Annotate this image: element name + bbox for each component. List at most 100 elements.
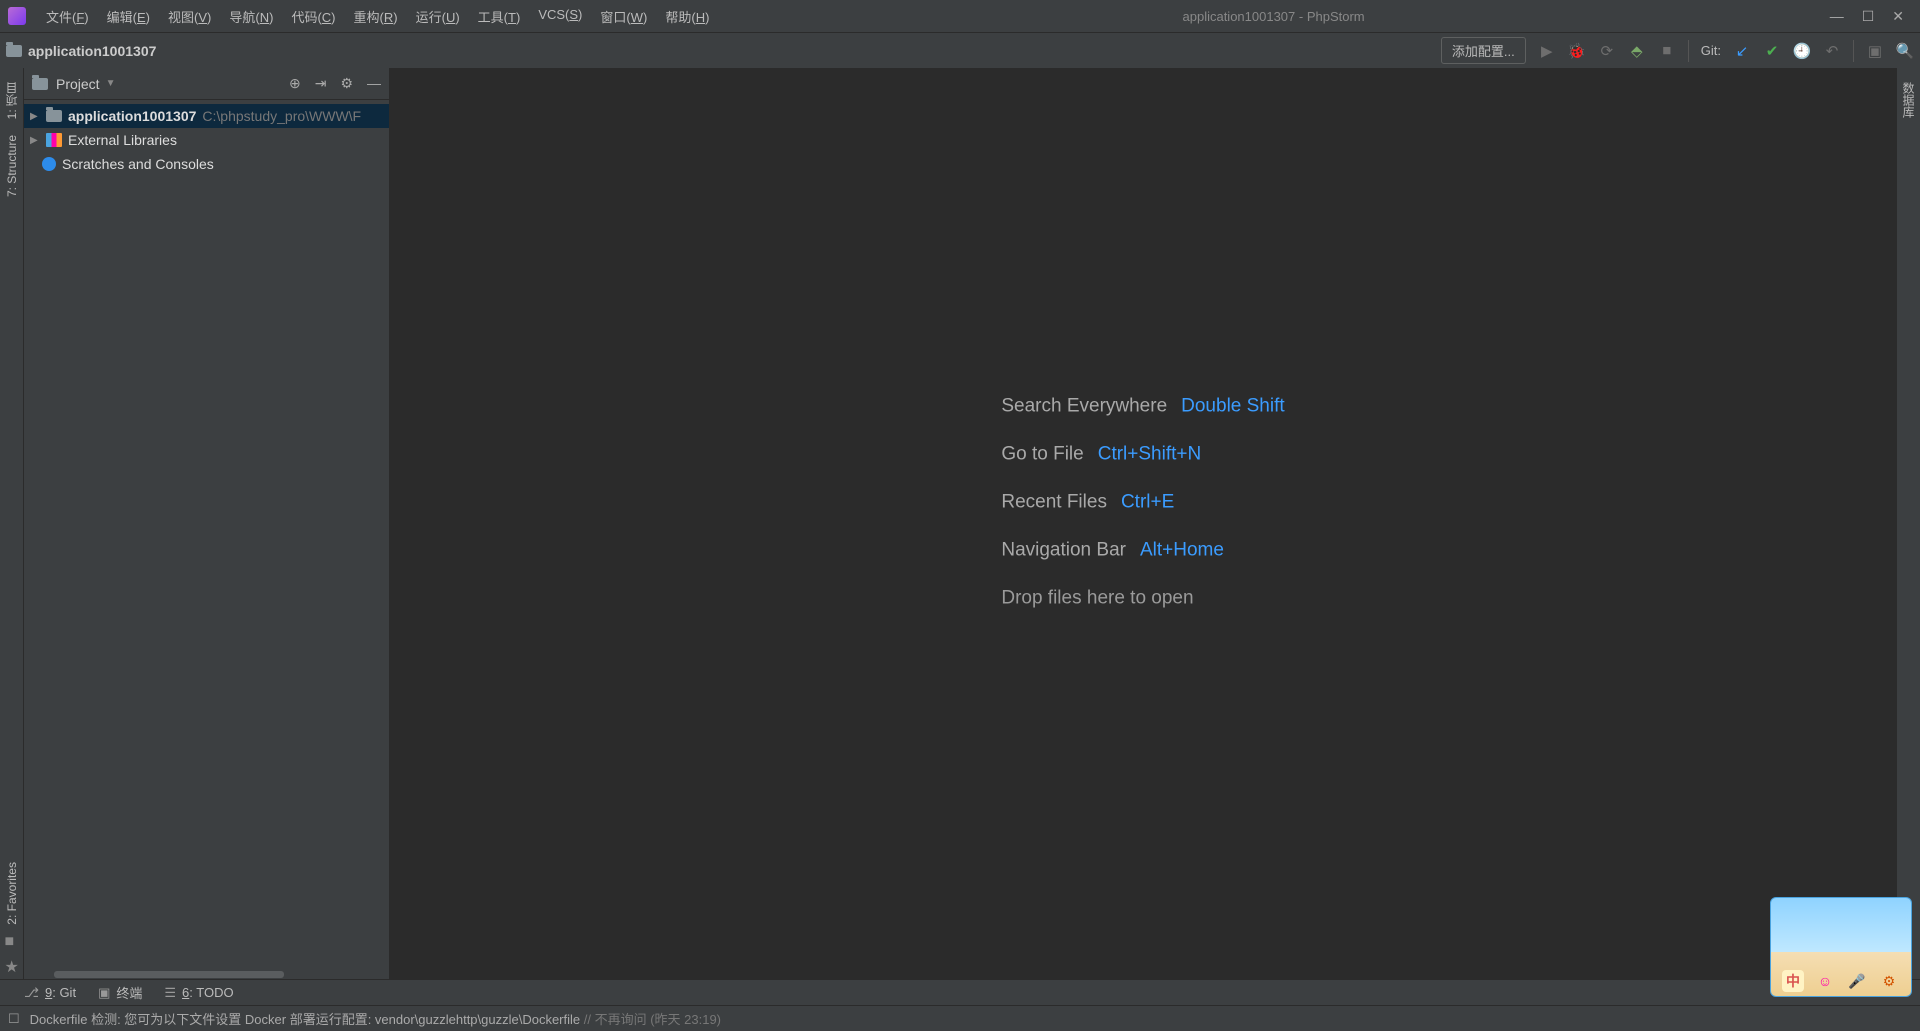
stop-icon[interactable]: ■ [1658,42,1676,60]
menu-item-5[interactable]: 重构(R) [346,3,406,30]
ime-settings-icon[interactable]: ⚙ [1878,970,1900,992]
git-tool-tab[interactable]: ⎇ 9: Git [24,985,76,1001]
tree-scratches[interactable]: Scratches and Consoles [24,152,389,176]
tree-external-label: External Libraries [68,132,177,148]
editor-tip-2: Recent Files Ctrl+E [1001,491,1284,513]
menu-item-2[interactable]: 视图(V) [160,3,219,30]
terminal-tool-tab[interactable]: ▣ 终端 [98,983,142,1002]
project-tool-tab[interactable]: 1: 项目 [1,74,22,127]
nav-toolbar: application1001307 添加配置... ▶ 🐞 ⟳ ⬘ ■ Git… [0,32,1920,68]
terminal-icon: ▣ [98,985,110,1001]
menu-item-8[interactable]: VCS(S) [530,3,590,30]
title-bar: 文件(F)编辑(E)视图(V)导航(N)代码(C)重构(R)运行(U)工具(T)… [0,0,1920,32]
right-tool-strip: 数据库 [1896,68,1920,979]
list-icon: ☰ [164,985,176,1001]
menu-item-10[interactable]: 帮助(H) [657,3,717,30]
editor-tip-1: Go to FileCtrl+Shift+N [1001,443,1284,465]
menu-item-4[interactable]: 代码(C) [283,3,343,30]
tree-root-path: C:\phpstudy_pro\WWW\F [202,108,361,124]
menu-item-7[interactable]: 工具(T) [470,3,529,30]
separator [1853,40,1854,62]
search-icon[interactable]: 🔍 [1896,42,1914,60]
tip-label: Search Everywhere [1001,395,1167,417]
project-panel: Project ▼ ⊕ ⇥ ⚙ — ▶ application1001307 C… [24,68,390,979]
toolbar-right: 添加配置... ▶ 🐞 ⟳ ⬘ ■ Git: ↙ ✔ 🕘 ↶ ▣ 🔍 [1441,37,1914,64]
folder-icon [46,110,62,122]
profiler-icon[interactable]: ⬘ [1628,42,1646,60]
run-icon[interactable]: ▶ [1538,42,1556,60]
main-menu: 文件(F)编辑(E)视图(V)导航(N)代码(C)重构(R)运行(U)工具(T)… [38,3,717,30]
todo-tool-tab[interactable]: ☰ 6: TODO [164,985,233,1001]
horizontal-scrollbar[interactable] [24,971,389,979]
editor-drop-hint: Drop files here to open [1001,587,1284,609]
chevron-down-icon[interactable]: ▼ [106,78,116,89]
menu-item-6[interactable]: 运行(U) [408,3,468,30]
maximize-button[interactable]: ☐ [1862,8,1875,25]
ime-voice-icon[interactable]: 🎤 [1846,970,1868,992]
app-icon [8,7,26,25]
git-history-icon[interactable]: 🕘 [1793,42,1811,60]
tree-external-libraries[interactable]: ▶ External Libraries [24,128,389,152]
editor-empty-state: Search EverywhereDouble ShiftGo to FileC… [1001,395,1284,609]
debug-icon[interactable]: 🐞 [1568,42,1586,60]
git-label: Git: [1701,43,1721,58]
project-panel-title[interactable]: Project [56,76,100,92]
ime-emoji-icon[interactable]: ☺ [1814,970,1836,992]
window-controls: — ☐ ✕ [1830,8,1912,25]
chevron-right-icon[interactable]: ▶ [30,111,40,122]
ime-widget[interactable]: 中 ☺ 🎤 ⚙ [1770,897,1912,997]
bookmark-icon[interactable]: ■ [5,933,19,947]
notification-icon[interactable]: ☐ [8,1011,20,1027]
tree-root[interactable]: ▶ application1001307 C:\phpstudy_pro\WWW… [24,104,389,128]
window-title: application1001307 - PhpStorm [717,9,1829,24]
tip-label: Recent Files [1001,491,1107,513]
editor-tip-3: Navigation Bar Alt+Home [1001,539,1284,561]
status-message[interactable]: Dockerfile 检测: 您可为以下文件设置 Docker 部署运行配置: … [30,1009,721,1028]
menu-item-3[interactable]: 导航(N) [221,3,281,30]
branch-icon: ⎇ [24,985,39,1001]
editor-tip-0: Search EverywhereDouble Shift [1001,395,1284,417]
scratch-icon [42,157,56,171]
separator [1688,40,1689,62]
tree-scratches-label: Scratches and Consoles [62,156,214,172]
git-commit-icon[interactable]: ✔ [1763,42,1781,60]
breadcrumb[interactable]: application1001307 [6,43,156,59]
menu-item-9[interactable]: 窗口(W) [592,3,655,30]
ime-badge[interactable]: 中 [1782,970,1804,992]
git-revert-icon[interactable]: ↶ [1823,42,1841,60]
breadcrumb-project: application1001307 [28,43,156,59]
tree-root-name: application1001307 [68,108,196,124]
locate-icon[interactable]: ⊕ [289,75,301,92]
project-panel-header: Project ▼ ⊕ ⇥ ⚙ — [24,68,389,100]
minimize-button[interactable]: — [1830,8,1844,25]
git-update-icon[interactable]: ↙ [1733,42,1751,60]
bottom-tool-tabs: ⎇ 9: Git ▣ 终端 ☰ 6: TODO [0,979,1920,1005]
tip-shortcut: Ctrl+E [1121,491,1174,513]
folder-icon [6,45,22,57]
scrollbar-thumb[interactable] [54,971,284,978]
chevron-right-icon[interactable]: ▶ [30,135,40,146]
editor-area[interactable]: Search EverywhereDouble ShiftGo to FileC… [390,68,1896,979]
hide-icon[interactable]: — [367,75,381,92]
expand-all-icon[interactable]: ⇥ [315,75,327,92]
left-tool-strip: 1: 项目 7: Structure 2: Favorites ■ ★ [0,68,24,979]
folder-icon [32,78,48,90]
add-configuration-button[interactable]: 添加配置... [1441,37,1526,64]
database-tool-tab[interactable]: 数据库 [1898,74,1919,126]
main-area: 1: 项目 7: Structure 2: Favorites ■ ★ Proj… [0,68,1920,979]
coverage-icon[interactable]: ⟳ [1598,42,1616,60]
menu-item-1[interactable]: 编辑(E) [99,3,158,30]
status-bar: ☐ Dockerfile 检测: 您可为以下文件设置 Docker 部署运行配置… [0,1005,1920,1031]
favorites-tool-tab[interactable]: 2: Favorites [3,854,21,933]
menu-item-0[interactable]: 文件(F) [38,3,97,30]
structure-tool-tab[interactable]: 7: Structure [3,127,21,205]
close-button[interactable]: ✕ [1892,8,1904,25]
project-tree[interactable]: ▶ application1001307 C:\phpstudy_pro\WWW… [24,100,389,971]
tip-label: Navigation Bar [1001,539,1126,561]
star-icon[interactable]: ★ [5,957,19,971]
gear-icon[interactable]: ⚙ [340,75,353,92]
layout-icon[interactable]: ▣ [1866,42,1884,60]
tip-label: Go to File [1001,443,1083,465]
library-icon [46,133,62,147]
tip-shortcut: Alt+Home [1140,539,1224,561]
